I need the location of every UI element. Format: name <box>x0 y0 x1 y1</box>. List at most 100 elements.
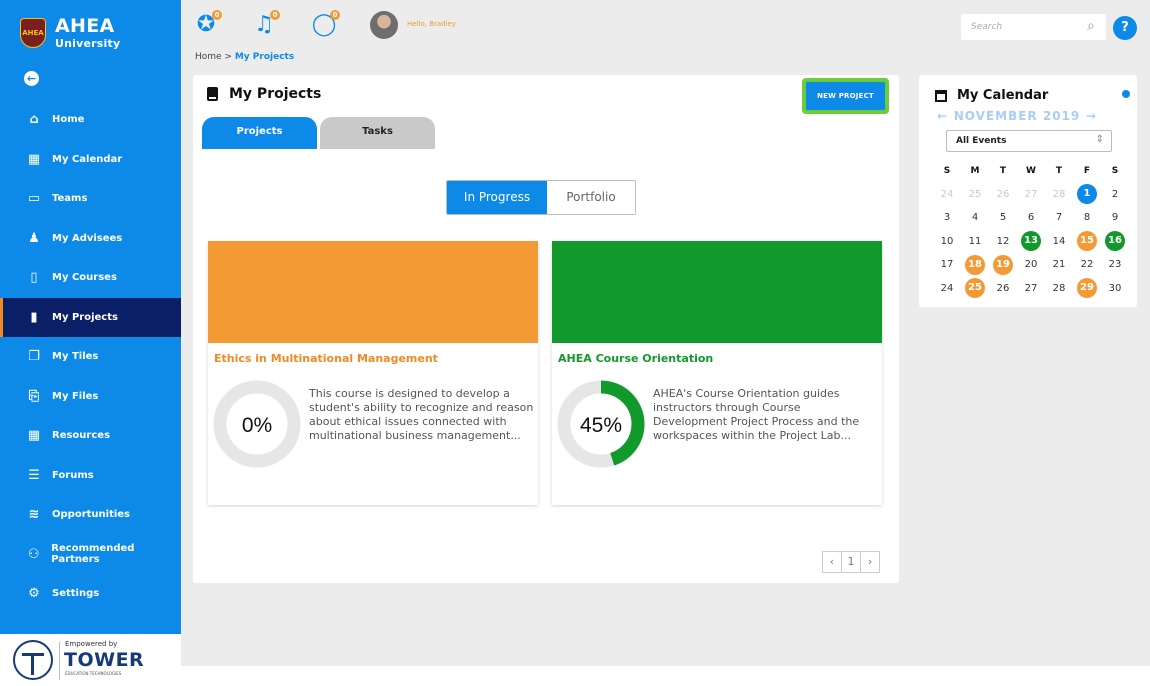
search-icon[interactable]: ⌕ <box>1087 18 1095 34</box>
calendar-day[interactable]: 29 <box>1073 278 1101 299</box>
sidebar-item-label: My Projects <box>52 311 118 323</box>
weekday-label: F <box>1083 165 1091 176</box>
sidebar-item-resources[interactable]: ▦ Resources <box>0 416 181 456</box>
card-banner <box>208 241 538 343</box>
page-title-text: My Projects <box>229 86 322 102</box>
calendar-day[interactable]: 10 <box>933 236 961 247</box>
notification-badge: 0 <box>212 10 222 20</box>
calendar-day[interactable]: 6 <box>1017 212 1045 223</box>
avatar[interactable] <box>370 11 398 39</box>
calendar-icon: ▦ <box>27 151 41 167</box>
new-project-label: NEW PROJECT <box>806 82 885 110</box>
sidebar-item-my-tiles[interactable]: ❐ My Tiles <box>0 337 181 377</box>
calendar-day[interactable]: 23 <box>1101 259 1129 270</box>
calendar-day[interactable]: 24 <box>933 189 961 200</box>
breadcrumb-home[interactable]: Home <box>195 52 222 62</box>
calendar-day[interactable]: 26 <box>989 189 1017 200</box>
toggle-portfolio[interactable]: Portfolio <box>547 181 635 214</box>
calendar-day[interactable]: 19 <box>989 254 1017 275</box>
card-title[interactable]: AHEA Course Orientation <box>558 352 713 365</box>
calendar-day[interactable]: 28 <box>1045 189 1073 200</box>
search-placeholder: Search <box>971 22 1003 32</box>
sidebar-item-label: My Files <box>52 390 99 402</box>
arrow-left-circle-icon[interactable]: ← <box>24 71 39 86</box>
calendar-day[interactable]: 25 <box>961 278 989 299</box>
user-greeting[interactable]: Hello, Bradley <box>407 20 456 28</box>
progress-ring: 0% <box>213 380 301 468</box>
calendar-day[interactable]: 20 <box>1017 259 1045 270</box>
toggle-in-progress[interactable]: In Progress <box>447 181 547 214</box>
pagination-prev[interactable]: ‹ <box>822 551 842 573</box>
breadcrumb-current: My Projects <box>234 52 295 62</box>
gear-icon[interactable] <box>1122 90 1130 98</box>
brand[interactable]: AHEA AHEA University <box>0 0 181 66</box>
calendar-day[interactable]: 12 <box>989 236 1017 247</box>
card-description: AHEA's Course Orientation guides instruc… <box>653 387 860 442</box>
sidebar-item-settings[interactable]: ⚙ Settings <box>0 574 181 614</box>
event-filter-value: All Events <box>956 136 1007 146</box>
calendar-day[interactable]: 25 <box>961 189 989 200</box>
calendar-day[interactable]: 2 <box>1101 189 1129 200</box>
calendar-day[interactable]: 24 <box>933 283 961 294</box>
calendar-day[interactable]: 21 <box>1045 259 1073 270</box>
calendar-day[interactable]: 18 <box>961 254 989 275</box>
help-button[interactable]: ? <box>1113 16 1137 40</box>
tab-tasks[interactable]: Tasks <box>320 117 435 149</box>
calendar-day[interactable]: 27 <box>1017 189 1045 200</box>
event-day-marker: 1 <box>1077 184 1097 205</box>
sidebar-item-home[interactable]: ⌂ Home <box>0 100 181 140</box>
search-input[interactable]: Search ⌕ <box>961 14 1106 40</box>
calendar-day[interactable]: 16 <box>1101 231 1129 252</box>
calendar-day[interactable]: 9 <box>1101 212 1129 223</box>
calendar-day[interactable]: 3 <box>933 212 961 223</box>
sidebar-item-my-projects[interactable]: ▮ My Projects <box>0 297 181 337</box>
next-month-arrow-icon[interactable]: → <box>1086 109 1097 123</box>
calendar-grid: S M T W T F S 24 25 26 27 28 1 2 3 4 5 6 7 8 9 10 11 12 13 14 15 16… <box>933 159 1129 300</box>
prev-month-arrow-icon[interactable]: ← <box>937 109 948 123</box>
project-card[interactable]: Ethics in Multinational Management 0% Th… <box>208 241 538 505</box>
calendar-day[interactable]: 30 <box>1101 283 1129 294</box>
projects-icon: ▮ <box>30 309 38 325</box>
calendar-day[interactable]: 13 <box>1017 231 1045 252</box>
bell-icon[interactable]: ♫ 0 <box>251 10 280 38</box>
tiles-icon: ❐ <box>28 349 40 365</box>
calendar-widget: My Calendar ← NOVEMBER 2019 → All Events… <box>919 75 1137 307</box>
pagination-page[interactable]: 1 <box>841 551 861 573</box>
sidebar-item-my-calendar[interactable]: ▦ My Calendar <box>0 140 181 180</box>
sidebar-item-opportunities[interactable]: ≋ Opportunities <box>0 495 181 535</box>
sidebar-item-recommended-partners[interactable]: ⚇ Recommended Partners <box>0 535 181 575</box>
card-title[interactable]: Ethics in Multinational Management <box>214 352 438 365</box>
sidebar-item-my-courses[interactable]: ▯ My Courses <box>0 258 181 298</box>
sidebar-item-label: Opportunities <box>52 509 131 521</box>
calendar-day[interactable]: 5 <box>989 212 1017 223</box>
pagination-next[interactable]: › <box>860 551 880 573</box>
calendar-day[interactable]: 15 <box>1073 231 1101 252</box>
calendar-day[interactable]: 27 <box>1017 283 1045 294</box>
sidebar-item-my-advisees[interactable]: ♟ My Advisees <box>0 219 181 259</box>
sidebar-item-teams[interactable]: ▭ Teams <box>0 179 181 219</box>
calendar-day[interactable]: 1 <box>1073 184 1101 205</box>
tab-projects[interactable]: Projects <box>202 117 317 149</box>
calendar-day[interactable]: 7 <box>1045 212 1073 223</box>
award-ribbon-icon[interactable]: ✪ 0 <box>193 10 222 38</box>
calendar-day[interactable]: 4 <box>961 212 989 223</box>
new-project-button[interactable]: NEW PROJECT <box>802 78 889 114</box>
chat-bubble-icon[interactable]: ◯ 0 <box>311 10 340 38</box>
powered-by-label: Empowered by <box>65 640 118 648</box>
notification-badge: 0 <box>270 10 280 20</box>
calendar-day[interactable]: 22 <box>1073 259 1101 270</box>
calendar-day[interactable]: 26 <box>989 283 1017 294</box>
project-card[interactable]: AHEA Course Orientation 45% AHEA's Cours… <box>552 241 882 505</box>
event-filter-select[interactable]: All Events ⇕ <box>946 130 1112 152</box>
sidebar-item-my-files[interactable]: ⎘ My Files <box>0 377 181 417</box>
calendar-day[interactable]: 28 <box>1045 283 1073 294</box>
sidebar-item-forums[interactable]: ☰ Forums <box>0 456 181 496</box>
calendar-day[interactable]: 11 <box>961 236 989 247</box>
calendar-day[interactable]: 17 <box>933 259 961 270</box>
projects-panel: My Projects NEW PROJECT Projects Tasks I… <box>193 75 899 583</box>
calendar-day[interactable]: 14 <box>1045 236 1073 247</box>
weekday-label: M <box>970 165 980 176</box>
sidebar-item-label: Teams <box>52 193 88 205</box>
calendar-week-row: 24 25 26 27 28 29 30 <box>933 277 1129 301</box>
calendar-day[interactable]: 8 <box>1073 212 1101 223</box>
